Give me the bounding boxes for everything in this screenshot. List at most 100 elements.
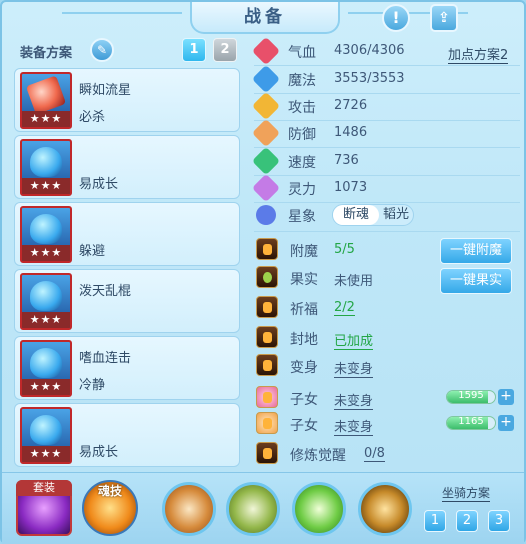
skill-thumb: ★★★ xyxy=(20,139,72,196)
skill-thumb: ★★★ xyxy=(20,72,72,129)
rich-value[interactable]: 未变身 xyxy=(334,416,374,436)
fruit-icon xyxy=(256,266,278,288)
stat-label: 速度 xyxy=(288,155,316,171)
equip-plan-label: 装备方案 xyxy=(20,46,73,61)
skill-sub: 易成长 xyxy=(79,445,119,460)
rich-value[interactable]: 未变身 xyxy=(334,358,374,378)
fief-icon xyxy=(256,326,278,348)
plan-tab-2[interactable]: 2 xyxy=(213,38,237,62)
one-key-enchant-button[interactable]: 一键附魔 xyxy=(440,238,512,264)
rich-label: 祈福 xyxy=(290,302,318,318)
stat-row-hp: 气血 4306/4306 xyxy=(251,36,524,66)
rich-label: 子女 xyxy=(290,392,318,408)
child-icon xyxy=(256,386,278,408)
plus-icon[interactable]: + xyxy=(498,415,514,431)
stat-label: 攻击 xyxy=(288,100,316,116)
skill-card[interactable]: ★★★ 嗜血连击 冷静 xyxy=(14,336,240,400)
skill-thumb: ★★★ xyxy=(20,340,72,397)
skill-thumb: ★★★ xyxy=(20,206,72,263)
rich-value[interactable]: 0/8 xyxy=(364,446,385,462)
star-rating: ★★★ xyxy=(22,312,70,328)
rich-row-awaken: 修炼觉醒 0/8 xyxy=(254,440,524,468)
skill-card[interactable]: ★★★ 易成长 xyxy=(14,403,240,467)
attack-icon xyxy=(251,91,281,121)
rich-row-fief: 封地 已加成 xyxy=(254,324,524,352)
star-icon xyxy=(251,200,281,230)
rich-value: 未使用 xyxy=(334,274,374,289)
stat-value: 3553/3553 xyxy=(334,71,405,86)
skill-name: 嗜血连击 xyxy=(79,351,132,366)
one-key-fruit-button[interactable]: 一键果实 xyxy=(440,268,512,294)
bar-text: 1165 xyxy=(458,416,484,427)
hp-icon xyxy=(251,36,281,66)
speed-icon xyxy=(251,146,281,176)
rich-row-transform: 变身 未变身 xyxy=(254,352,524,380)
stat-value: 4306/4306 xyxy=(334,43,405,58)
rich-label: 子女 xyxy=(290,418,318,434)
child-1-progress-bar: 1595 xyxy=(446,390,496,404)
skill-list: ★★★ 瞬如流星 必杀 ★★★ 易成长 ★★★ 躲避 ★★★ 泼天乱棍 ★★★ … xyxy=(14,68,240,470)
defense-icon xyxy=(251,118,281,148)
skill-sub: 躲避 xyxy=(79,244,106,259)
pencil-icon[interactable]: ✎ xyxy=(90,38,114,62)
toggle-option-taoguang[interactable]: 韬光 xyxy=(383,205,409,225)
info-icon[interactable]: ! xyxy=(382,4,410,32)
xingxiang-toggle[interactable]: 断魂 韬光 xyxy=(332,204,414,226)
divider xyxy=(254,231,520,232)
star-rating: ★★★ xyxy=(22,178,70,194)
mount-skill-icon[interactable] xyxy=(358,482,412,536)
rich-label: 修炼觉醒 xyxy=(290,448,346,464)
skill-card[interactable]: ★★★ 泼天乱棍 xyxy=(14,269,240,333)
mount-plan-tab-2[interactable]: 2 xyxy=(456,510,478,532)
mount-skill-icon[interactable] xyxy=(292,482,346,536)
stat-row-mp: 魔法 3553/3553 xyxy=(251,64,524,94)
rich-label: 封地 xyxy=(290,332,318,348)
mount-plan-label[interactable]: 坐骑方案 xyxy=(442,484,491,502)
mp-icon xyxy=(251,64,281,94)
equip-set-label: 套装 xyxy=(16,480,72,496)
skill-sub: 必杀 xyxy=(79,110,106,125)
bless-icon xyxy=(256,296,278,318)
plan-tab-1[interactable]: 1 xyxy=(182,38,206,62)
bar-text: 1595 xyxy=(458,390,484,401)
rich-value: 已加成 xyxy=(334,330,374,350)
skill-card[interactable]: ★★★ 瞬如流星 必杀 xyxy=(14,68,240,132)
toggle-option-duanhun[interactable]: 断魂 xyxy=(333,205,379,225)
star-rating: ★★★ xyxy=(22,245,70,261)
awaken-icon xyxy=(256,442,278,464)
enchant-icon xyxy=(256,238,278,260)
rich-value[interactable]: 未变身 xyxy=(334,390,374,410)
mount-plan-tab-1[interactable]: 1 xyxy=(424,510,446,532)
skill-name: 泼天乱棍 xyxy=(79,284,132,299)
skill-card[interactable]: ★★★ 躲避 xyxy=(14,202,240,266)
plus-icon[interactable]: + xyxy=(498,389,514,405)
skill-name: 瞬如流星 xyxy=(79,83,132,98)
spirit-icon xyxy=(251,173,281,203)
mount-skill-icon[interactable] xyxy=(226,482,280,536)
page-title: 战备 xyxy=(244,7,286,27)
star-rating: ★★★ xyxy=(22,379,70,395)
stat-label: 星象 xyxy=(288,209,316,225)
rich-value: 2/2 xyxy=(334,300,355,316)
stat-row-speed: 速度 736 xyxy=(251,146,524,176)
mount-plan-tab-3[interactable]: 3 xyxy=(488,510,510,532)
stat-label: 防御 xyxy=(288,127,316,143)
rich-label: 果实 xyxy=(290,272,318,288)
title-banner: 战备 xyxy=(190,2,340,34)
transform-icon xyxy=(256,354,278,376)
stat-value: 736 xyxy=(334,153,359,168)
skill-card[interactable]: ★★★ 易成长 xyxy=(14,135,240,199)
stat-value: 1486 xyxy=(334,125,368,140)
skill-sub: 冷静 xyxy=(79,378,106,393)
battle-prep-panel: 战备 ! ⇪ 装备方案 ✎ 1 2 ★★★ 瞬如流星 必杀 ★★★ 易成长 ★★… xyxy=(0,0,526,544)
skill-thumb: ★★★ xyxy=(20,273,72,330)
rich-value: 5/5 xyxy=(334,242,355,257)
stat-row-attack: 攻击 2726 xyxy=(251,91,524,121)
mount-skill-icon[interactable] xyxy=(162,482,216,536)
star-rating: ★★★ xyxy=(22,446,70,462)
title-ornament-left xyxy=(62,12,182,22)
share-icon[interactable]: ⇪ xyxy=(430,4,458,32)
stat-label: 灵力 xyxy=(288,182,316,198)
stat-value: 1073 xyxy=(334,180,368,195)
skill-sub: 易成长 xyxy=(79,177,119,192)
